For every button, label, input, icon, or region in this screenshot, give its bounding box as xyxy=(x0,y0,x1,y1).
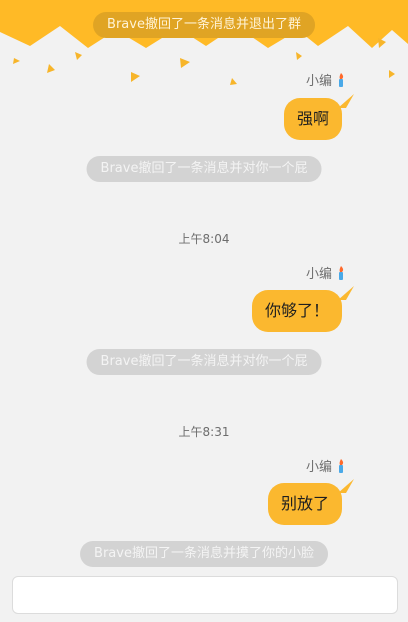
sender-name: 小编 xyxy=(305,267,332,282)
bubble-tail xyxy=(338,94,354,108)
message-bubble[interactable]: 别放了 xyxy=(267,479,354,525)
timestamp: 上午8:04 xyxy=(178,232,230,246)
message-text: 强啊 xyxy=(296,109,329,128)
timestamp: 上午8:31 xyxy=(178,425,230,439)
message-text: 你够了！ xyxy=(264,301,329,320)
torch-icon xyxy=(339,458,344,473)
system-notice: Brave撤回了一条消息并对你一个屁 xyxy=(86,349,322,375)
message-sender: 小编 xyxy=(306,70,346,89)
sender-name: 小编 xyxy=(305,460,332,475)
message-bubble[interactable]: 你够了！ xyxy=(251,286,354,332)
message-sender: 小编 xyxy=(306,263,346,282)
banner-system-notice: Brave撤回了一条消息并退出了群 xyxy=(93,12,315,38)
message-bubble[interactable]: 强啊 xyxy=(283,94,354,140)
sender-name: 小编 xyxy=(305,74,332,89)
torch-icon xyxy=(339,72,344,87)
system-notice: Brave撤回了一条消息并摸了你的小脸 xyxy=(80,541,328,567)
bubble-tail xyxy=(338,286,354,300)
message-text: 别放了 xyxy=(280,494,329,513)
message-sender: 小编 xyxy=(306,456,346,475)
bubble-tail xyxy=(338,479,354,493)
system-notice: Brave撤回了一条消息并对你一个屁 xyxy=(86,156,322,182)
torch-icon xyxy=(339,265,344,280)
message-input[interactable] xyxy=(12,576,398,614)
